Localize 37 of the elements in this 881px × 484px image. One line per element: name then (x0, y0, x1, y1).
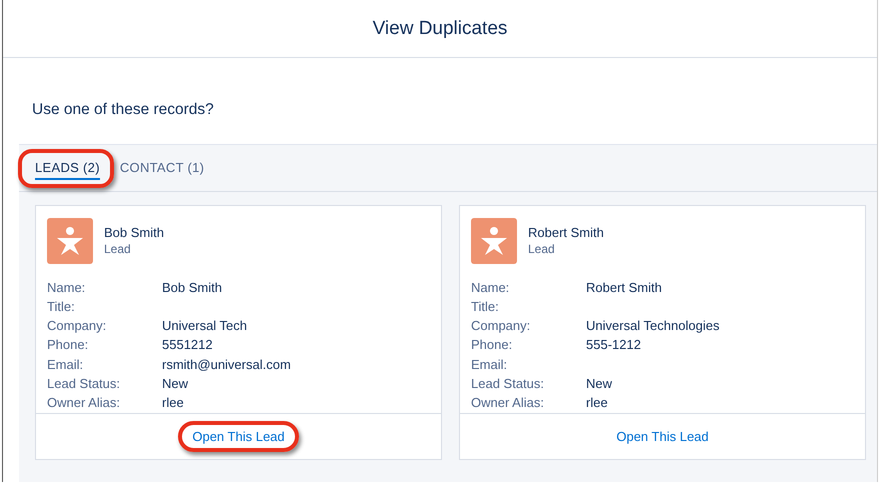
tab[interactable]: LEADS (2) (35, 156, 100, 180)
field-label: Email: (471, 356, 508, 374)
field-value: rsmith@universal.com (162, 356, 292, 374)
record-type: Lead (528, 242, 556, 256)
field-value: New (162, 374, 190, 393)
field-value: rlee (162, 394, 185, 412)
lead-icon (471, 218, 517, 264)
field-label: Owner Alias: (471, 394, 545, 412)
prompt-text: Use one of these records? (31, 100, 215, 120)
lead-icon (47, 218, 93, 264)
open-lead-link[interactable]: Open This Lead (616, 429, 709, 444)
field-value: 555-1212 (586, 336, 642, 354)
field-label: Title: (47, 298, 76, 316)
field-label: Lead Status: (47, 374, 121, 393)
field-label: Title: (471, 298, 500, 316)
field-label: Owner Alias: (47, 394, 121, 412)
field-value: 5551212 (162, 336, 214, 354)
dialog-title: View Duplicates (372, 18, 508, 40)
field-label: Name: (47, 279, 86, 297)
field-value: Robert Smith (586, 279, 663, 297)
open-lead-link[interactable]: Open This Lead (192, 429, 285, 444)
field-value: New (586, 374, 614, 393)
tab[interactable]: CONTACT (1) (120, 156, 204, 180)
record-name: Bob Smith (104, 225, 164, 240)
field-value: Bob Smith (162, 279, 223, 297)
record-name: Robert Smith (528, 225, 604, 240)
field-value: Universal Tech (162, 317, 248, 336)
field-label: Company: (471, 317, 532, 336)
field-value: rlee (586, 394, 609, 412)
field-label: Email: (47, 356, 84, 374)
field-label: Company: (47, 317, 108, 336)
field-label: Phone: (471, 336, 514, 354)
record-type: Lead (104, 242, 132, 256)
field-label: Name: (471, 279, 510, 297)
field-value: Universal Technologies (586, 317, 720, 336)
field-label: Lead Status: (471, 374, 545, 393)
field-label: Phone: (47, 336, 90, 354)
